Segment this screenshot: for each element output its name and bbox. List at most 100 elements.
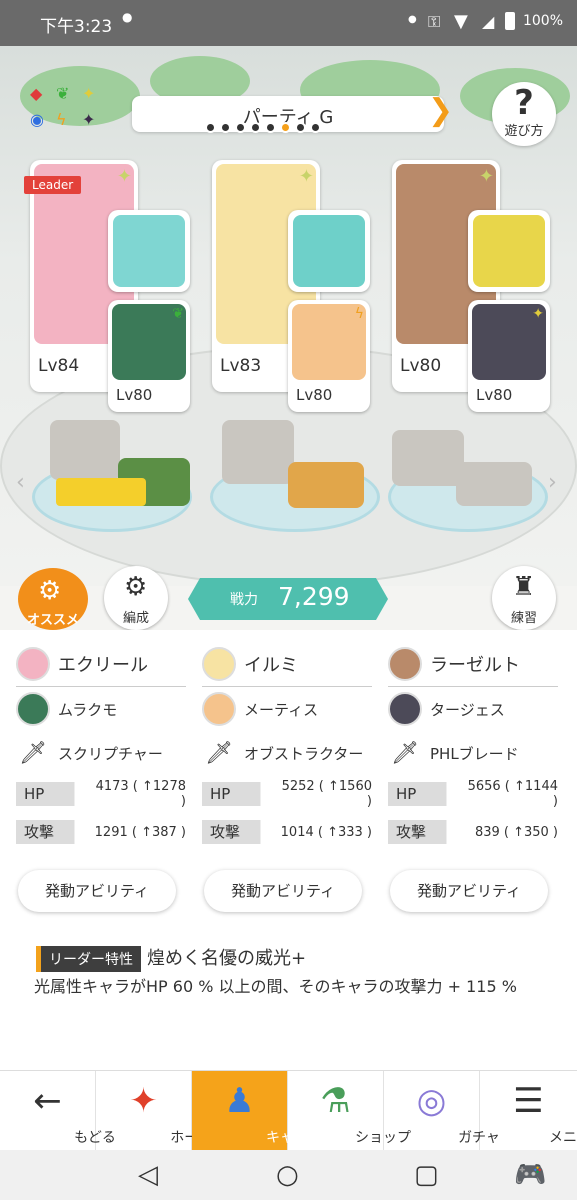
nav-menu[interactable]: ☰ メニュー <box>480 1071 577 1151</box>
element-filter[interactable]: ◆ ❦ ✦ ◉ ϟ ✦ <box>22 82 102 142</box>
hp-tag: HP <box>388 782 466 806</box>
sub-character-card-3[interactable]: ✦ Lv80 <box>468 300 550 412</box>
training-dummy-icon: ♜ <box>512 572 536 602</box>
question-icon: ? <box>514 83 534 123</box>
weapon-image <box>293 215 365 287</box>
member-info-1: エクリール ムラクモ 🗡 スクリプチャー HP 4173 ( ↑1278 ) 攻撃 1… <box>16 642 186 845</box>
weapon-row[interactable]: 🗡 スクリプチャー <box>16 731 186 775</box>
weapon-row[interactable]: 🗡 オブストラクター <box>202 731 372 775</box>
weapon-name: PHLブレード <box>430 744 519 763</box>
page-dot[interactable] <box>280 122 291 133</box>
hp-stat: HP 5252 ( ↑1560 ) <box>202 779 372 809</box>
wind-element-icon: ❦ <box>56 84 70 103</box>
sub-name-row[interactable]: メーティス <box>202 687 372 731</box>
avatar <box>388 692 422 726</box>
character-level: Lv80 <box>400 356 442 376</box>
character-name: イルミ <box>244 655 298 676</box>
hp-stat: HP 5656 ( ↑1144 ) <box>388 779 558 809</box>
power-badge: 戦力 7,299 <box>188 578 388 620</box>
thunder-element-icon: ϟ <box>354 306 364 322</box>
sub-level: Lv80 <box>116 386 153 404</box>
main-name-row[interactable]: エクリール <box>16 642 186 686</box>
main-name-row[interactable]: イルミ <box>202 642 372 686</box>
status-bar: 下午3:23 ● ● ⚿ ▼ ◢ 100% <box>0 0 577 46</box>
attack-value: 1014 ( ↑333 ) <box>280 824 372 840</box>
character-name: エクリール <box>58 655 148 676</box>
hp-value: 5252 ( ↑1560 ) <box>281 779 372 809</box>
sub-character-name: タージェス <box>430 700 505 719</box>
system-home-icon[interactable]: ○ <box>276 1160 299 1190</box>
weapon-row[interactable]: 🗡 PHLブレード <box>388 731 558 775</box>
sparkle-icon: ✦ <box>298 166 314 187</box>
gamepad-icon[interactable]: 🎮 <box>514 1160 546 1190</box>
thunder-element-icon: ϟ <box>56 110 67 129</box>
page-dot[interactable] <box>205 122 216 133</box>
help-button[interactable]: ? 遊び方 <box>492 82 556 146</box>
main-name-row[interactable]: ラーゼルト <box>388 642 558 686</box>
sub-character-name: メーティス <box>244 700 319 719</box>
page-dot[interactable] <box>220 122 231 133</box>
status-time: 下午3:23 <box>40 17 113 37</box>
weapon-slot-3[interactable] <box>468 210 550 292</box>
ability-button-1[interactable]: 発動アビリティ <box>18 870 176 912</box>
pedestal-1 <box>50 420 120 480</box>
page-dot[interactable] <box>295 122 306 133</box>
sub-level: Lv80 <box>476 386 513 404</box>
leader-skill-description: 光属性キャラがHP 60 % 以上の間、そのキャラの攻撃力 + 115 % <box>34 977 517 996</box>
page-dot[interactable] <box>235 122 246 133</box>
ability-button-3[interactable]: 発動アビリティ <box>390 870 548 912</box>
dark-element-icon: ✦ <box>82 110 96 129</box>
character-level: Lv83 <box>220 356 262 376</box>
hp-value: 4173 ( ↑1278 ) <box>95 779 186 809</box>
nav-gacha[interactable]: ◎ ガチャ <box>384 1071 500 1151</box>
weapon-slot-1[interactable] <box>108 210 190 292</box>
character-name: ラーゼルト <box>430 655 520 676</box>
page-dot[interactable] <box>265 122 276 133</box>
attack-tag: 攻撃 <box>16 820 94 844</box>
back-arrow-icon: ← <box>33 1081 62 1121</box>
avatar <box>16 647 50 681</box>
scroll-right-icon[interactable]: › <box>548 470 557 495</box>
nav-character[interactable]: ♟ キャラ <box>192 1071 308 1151</box>
ability-button-2[interactable]: 発動アビリティ <box>204 870 362 912</box>
attack-stat: 攻撃 1014 ( ↑333 ) <box>202 819 372 845</box>
pedestal-1-base <box>56 478 146 506</box>
sub-character-card-2[interactable]: ϟ Lv80 <box>288 300 370 412</box>
weapon-icon: 🗡 <box>19 740 47 766</box>
weapon-icon: 🗡 <box>205 740 233 766</box>
pedestal-3b <box>456 462 532 506</box>
party-page-dots[interactable] <box>205 122 321 133</box>
sub-name-row[interactable]: タージェス <box>388 687 558 731</box>
attack-stat: 攻撃 839 ( ↑350 ) <box>388 819 558 845</box>
sparkle-icon: ✦ <box>116 166 132 187</box>
sub-character-card-1[interactable]: ❦ Lv80 <box>108 300 190 412</box>
leader-skill-tag: リーダー特性 <box>36 946 141 972</box>
system-back-icon[interactable]: ◁ <box>138 1160 158 1190</box>
scroll-left-icon[interactable]: ‹ <box>16 470 25 495</box>
system-nav-bar: ◁ ○ ▢ 🎮 <box>0 1150 577 1200</box>
dot-icon: ● <box>408 14 417 25</box>
light-element-icon: ✦ <box>532 306 544 322</box>
help-label: 遊び方 <box>504 124 544 139</box>
sub-name-row[interactable]: ムラクモ <box>16 687 186 731</box>
recommend-button[interactable]: ⚙ オススメ <box>18 568 88 630</box>
weapon-slot-2[interactable] <box>288 210 370 292</box>
wind-element-icon: ❦ <box>172 306 184 322</box>
nav-shop[interactable]: ⚗ ショップ <box>288 1071 411 1151</box>
battery-icon <box>505 12 515 30</box>
practice-button[interactable]: ♜ 練習 <box>492 566 556 630</box>
menu-icon: ☰ <box>513 1081 544 1121</box>
attack-value: 1291 ( ↑387 ) <box>94 824 186 840</box>
page-dot[interactable] <box>310 122 321 133</box>
sparkle-icon: ✦ <box>478 166 494 187</box>
member-info-2: イルミ メーティス 🗡 オブストラクター HP 5252 ( ↑1560 ) 攻撃 1… <box>202 642 372 845</box>
gacha-icon: ◎ <box>416 1081 447 1121</box>
formation-button[interactable]: ⚙ 編成 <box>104 566 168 630</box>
next-party-button[interactable]: ❯ <box>428 93 453 128</box>
nav-home[interactable]: ✦ ホーム <box>96 1071 212 1151</box>
nav-back[interactable]: ← もどる <box>0 1071 116 1151</box>
page-dot[interactable] <box>250 122 261 133</box>
weapon-name: スクリプチャー <box>58 744 163 763</box>
key-icon: ⚿ <box>428 12 441 31</box>
system-recents-icon[interactable]: ▢ <box>414 1160 439 1190</box>
